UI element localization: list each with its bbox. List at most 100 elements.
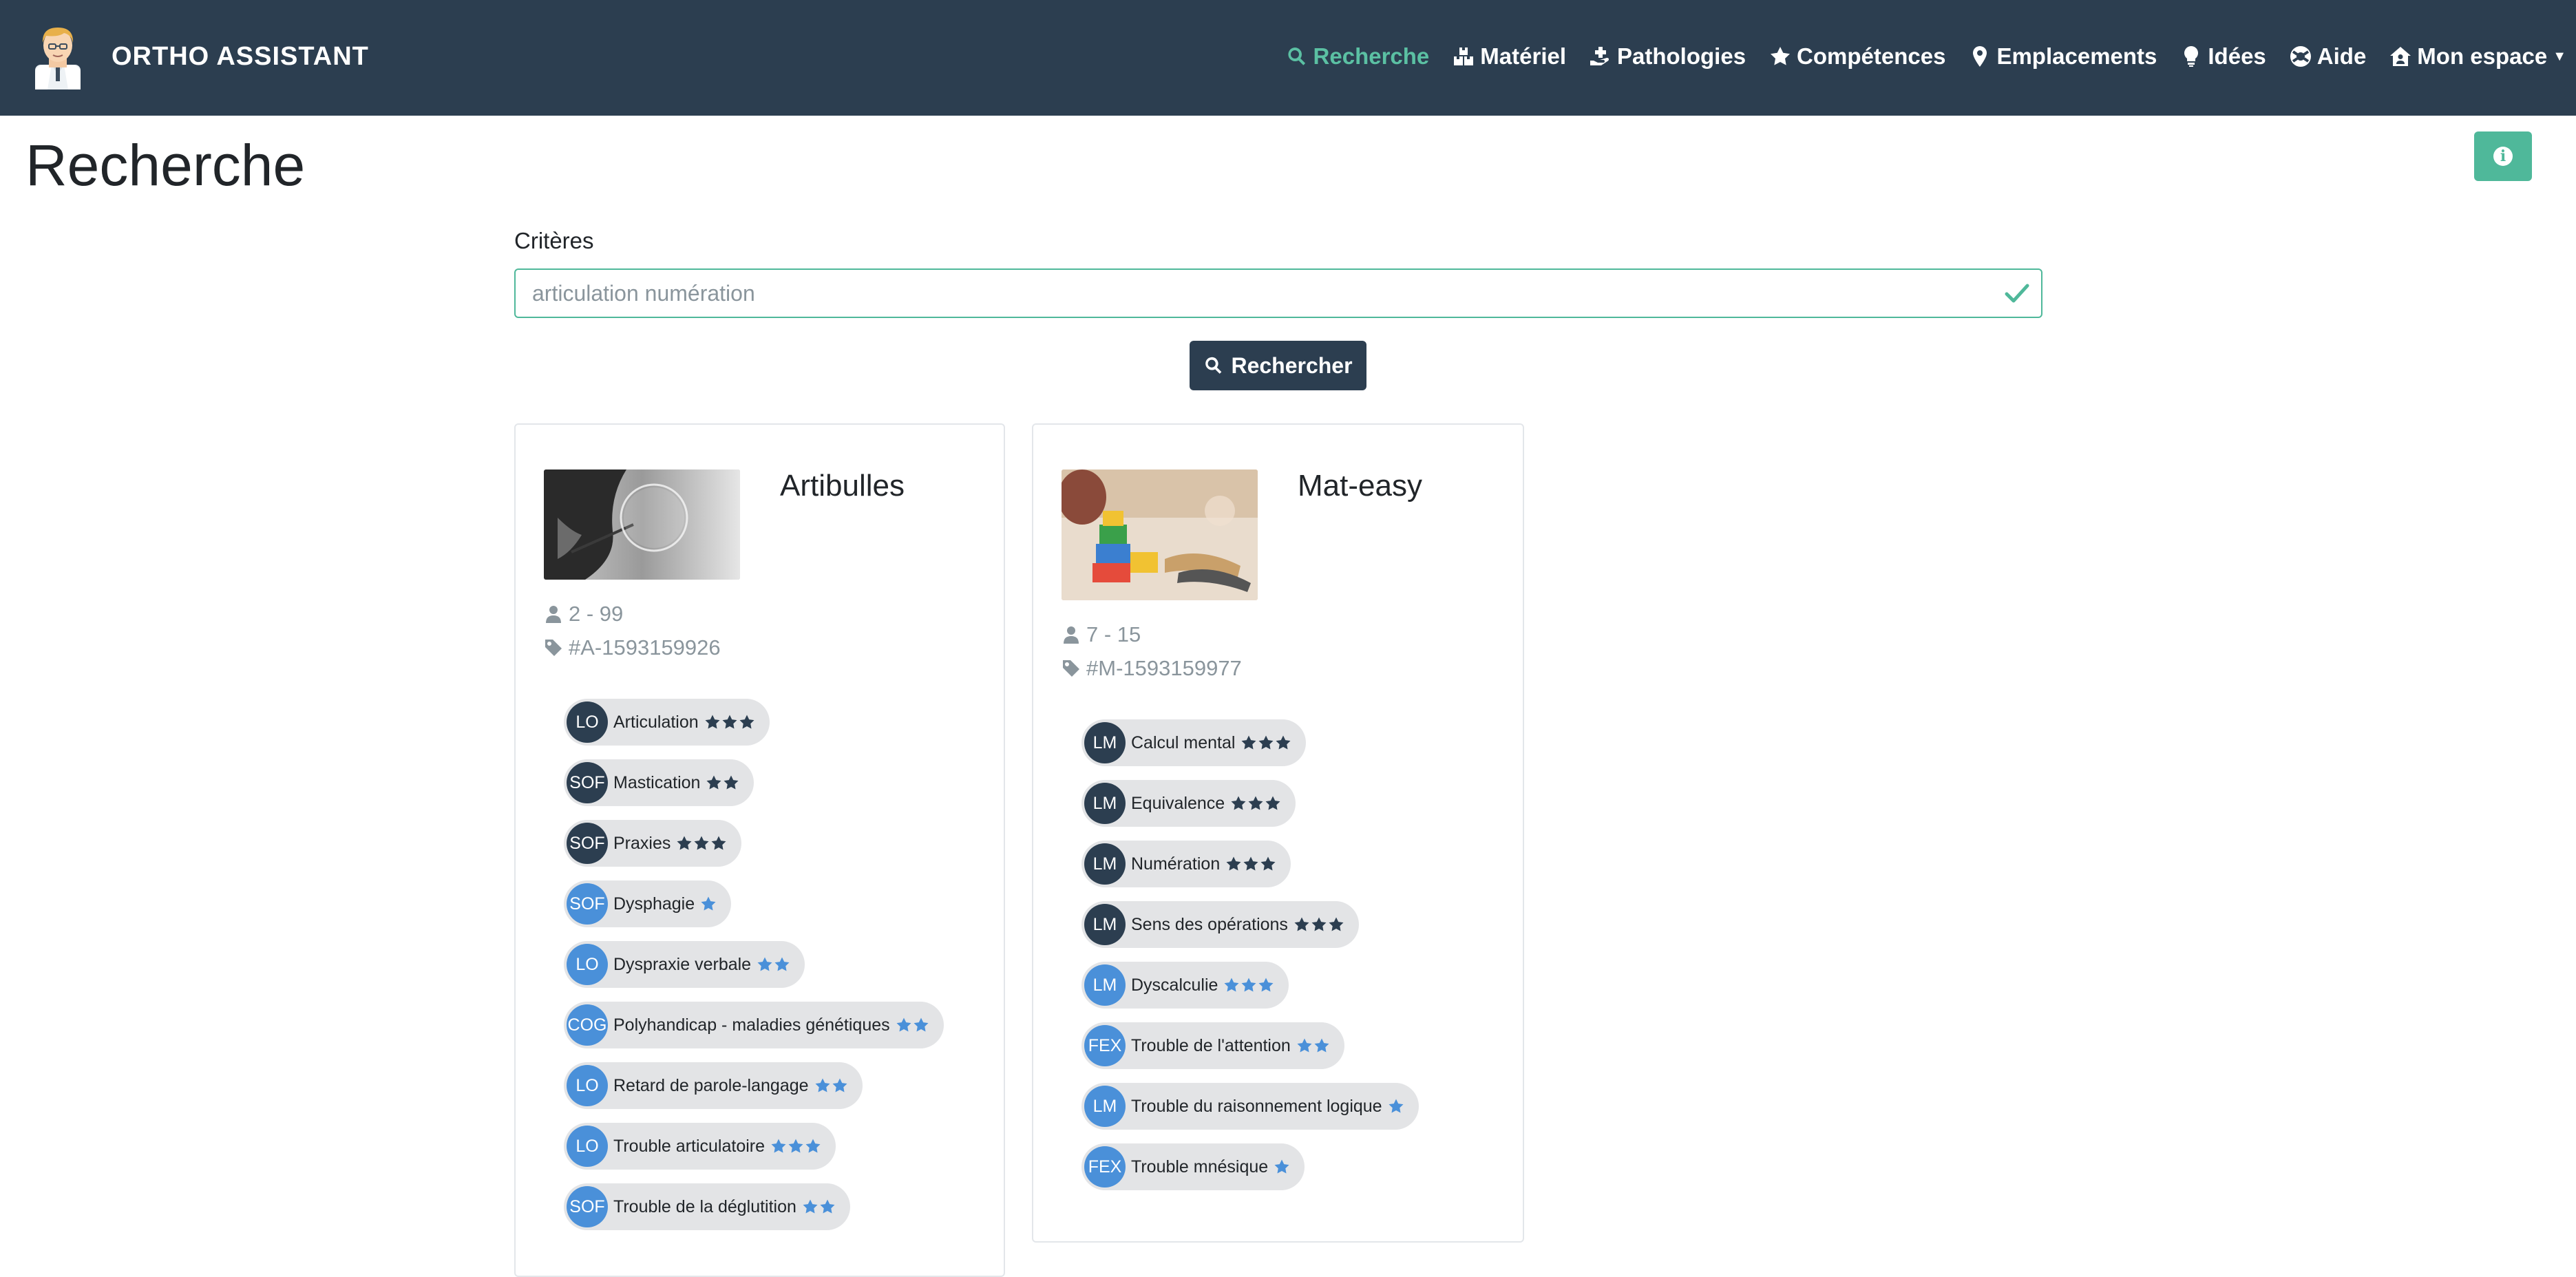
skill-code: FEX [1084,1025,1126,1066]
map-marker-icon [1973,46,1987,67]
skill-code: FEX [1084,1146,1126,1188]
star-icon [724,775,739,790]
nav-materiel[interactable]: Matériel [1453,43,1566,70]
skill-badge[interactable]: LO Dyspraxie verbale [564,941,805,988]
skill-label: Praxies [613,833,671,853]
chevron-down-icon: ▼ [2553,48,2566,64]
skill-label: Dysphagie [613,894,695,914]
card-title[interactable]: Mat-easy [1298,467,1422,505]
skill-code: LM [1084,783,1126,824]
check-icon [2005,284,2029,303]
rating-stars [1230,795,1282,812]
skill-badge[interactable]: SOF Dysphagie [564,880,732,927]
skill-badge[interactable]: LM Calcul mental [1081,719,1307,766]
star-icon [1258,978,1274,992]
skill-badge[interactable]: LM Numération [1081,841,1291,887]
hand-holding-medical-icon [1590,47,1609,65]
card-title[interactable]: Artibulles [780,467,905,505]
skill-code: LO [567,944,608,985]
nav-pathologies[interactable]: Pathologies [1590,43,1746,70]
bubble-photo[interactable] [544,469,740,580]
rating-stars [704,714,756,730]
rating-stars [1241,735,1292,751]
nav-pathologies-label: Pathologies [1617,43,1746,69]
skill-label: Dyspraxie verbale [613,954,752,974]
blocks-photo[interactable] [1062,469,1258,600]
info-button[interactable]: i [2474,131,2532,181]
skill-badge[interactable]: LM Trouble du raisonnement logique [1081,1083,1419,1130]
star-icon [1258,735,1274,750]
star-icon [1248,796,1263,810]
skill-badge[interactable]: LM Equivalence [1081,780,1296,827]
reference-value: #A-1593159926 [569,635,721,659]
skill-label: Trouble du raisonnement logique [1131,1096,1382,1116]
rating-stars [1225,856,1277,872]
nav-competences[interactable]: Compétences [1769,43,1945,70]
star-icon [757,957,772,971]
skill-label: Numération [1131,854,1221,874]
skill-badge[interactable]: SOF Praxies [564,820,742,867]
star-icon [711,836,726,850]
nav-mon-espace[interactable]: Mon espace ▼ [2389,43,2566,70]
reference-tag: #M-1593159977 [1062,656,1242,681]
age-range: 7 - 15 [1062,622,1141,647]
skill-label: Dyscalculie [1131,975,1218,995]
result-card[interactable]: Artibulles 2 - 99 #A-1593159926 LO Articu… [514,423,1005,1277]
boxes-icon [1454,48,1474,65]
star-icon [805,1139,821,1153]
rating-stars [700,896,717,912]
skill-code: LM [1084,964,1126,1006]
user-icon [546,606,561,623]
brand-name[interactable]: ORTHO ASSISTANT [112,40,369,73]
skill-badge[interactable]: COG Polyhandicap - maladies génétiques [564,1002,944,1048]
nav-aide-label: Aide [2316,43,2367,69]
life-ring-icon [2290,46,2311,67]
skill-badge[interactable]: FEX Trouble de l'attention [1081,1022,1344,1069]
nav-materiel-label: Matériel [1480,43,1567,69]
skill-badge[interactable]: SOF Trouble de la déglutition [564,1183,850,1230]
main-nav: Recherche Matériel Pathologies Compétenc… [1263,40,2566,73]
star-icon [820,1199,835,1214]
age-range: 2 - 99 [544,602,623,626]
search-button[interactable]: Rechercher [1190,341,1366,390]
star-icon [1274,1159,1289,1174]
nav-recherche[interactable]: Recherche [1286,43,1430,70]
skill-label: Sens des opérations [1131,914,1288,934]
nav-aide[interactable]: Aide [2290,43,2367,70]
star-icon [1241,735,1256,750]
search-input[interactable] [514,268,2042,318]
brand-logo-icon[interactable] [31,23,85,89]
rating-stars [1296,1037,1331,1054]
star-icon [705,715,720,729]
skill-badge[interactable]: SOF Mastication [564,759,754,806]
star-icon [1771,47,1791,65]
skill-badge[interactable]: LM Sens des opérations [1081,901,1359,948]
skill-badge[interactable]: FEX Trouble mnésique [1081,1143,1305,1190]
skill-code: LO [567,1126,608,1167]
skill-badge[interactable]: LO Retard de parole-langage [564,1062,863,1109]
star-icon [788,1139,803,1153]
skill-badge[interactable]: LO Articulation [564,699,770,746]
star-icon [1294,917,1309,931]
star-icon [677,836,692,850]
nav-idees[interactable]: Idées [2180,43,2266,70]
skill-badge[interactable]: LM Dyscalculie [1081,962,1289,1009]
star-icon [774,957,790,971]
nav-recherche-label: Recherche [1313,43,1430,69]
rating-stars [757,956,791,973]
rating-stars [814,1077,849,1094]
rating-stars [676,835,728,852]
skill-badge[interactable]: LO Trouble articulatoire [564,1123,836,1170]
skill-label: Trouble mnésique [1131,1157,1269,1176]
result-card[interactable]: Mat-easy 7 - 15 #M-1593159977 LM Calcul m… [1032,423,1524,1243]
age-value: 2 - 99 [569,602,624,626]
house-user-icon [2390,47,2411,66]
skill-label: Retard de parole-langage [613,1075,809,1095]
nav-emplacements[interactable]: Emplacements [1969,43,2157,70]
skill-code: LM [1084,722,1126,763]
star-icon [1243,856,1258,871]
star-icon [1297,1038,1312,1053]
skill-code: SOF [567,823,608,864]
rating-stars [802,1199,836,1215]
star-icon [815,1078,830,1093]
